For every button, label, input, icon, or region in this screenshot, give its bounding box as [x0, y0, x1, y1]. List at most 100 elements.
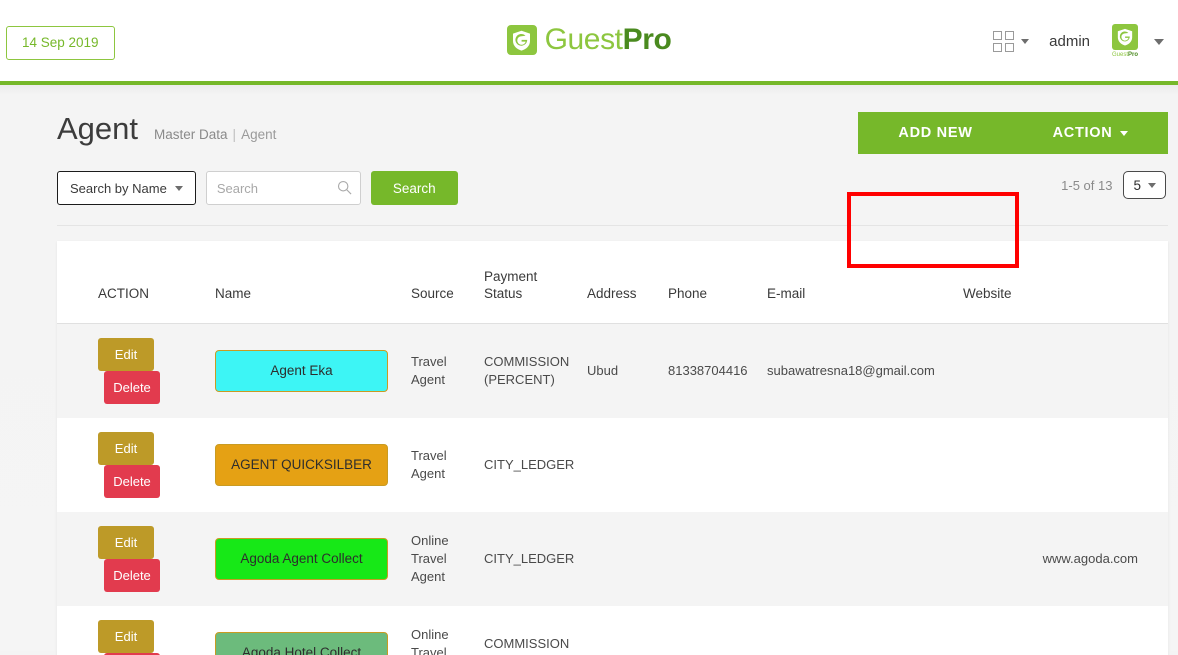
agent-table: ACTION Name Source Payment Status Addres… — [57, 241, 1168, 655]
edit-button[interactable]: Edit — [98, 525, 154, 559]
apps-grid-button[interactable] — [993, 31, 1030, 52]
cell-name: Agent Eka — [209, 323, 405, 418]
cell-payment-status: CITY_LEDGER — [484, 550, 575, 566]
cell-action: EditDelete — [57, 512, 209, 606]
avatar-shield-icon — [1112, 24, 1138, 50]
user-menu-button[interactable]: GuestPro — [1110, 24, 1164, 59]
chevron-down-icon — [1154, 38, 1164, 45]
cell-website — [957, 606, 1168, 655]
cell-phone — [662, 606, 761, 655]
add-new-button[interactable]: ADD NEW — [858, 112, 1013, 154]
username-label: admin — [1049, 33, 1090, 50]
table-row: EditDelete AGENT QUICKSILBER Travel Agent C… — [57, 418, 1168, 512]
brand-name-second: Pro — [622, 23, 672, 56]
delete-button[interactable]: Delete — [104, 558, 160, 592]
chevron-down-icon — [1021, 39, 1030, 44]
pagination-range: 1-5 of 13 — [1061, 177, 1113, 193]
page-header: Agent Master Data | Agent — [57, 113, 276, 144]
chevron-down-icon — [1120, 130, 1129, 136]
cell-source: Travel Agent — [411, 448, 447, 481]
search-field-select[interactable]: Search by Name — [57, 171, 196, 205]
page-size-value: 5 — [1133, 177, 1141, 193]
column-header-phone: Phone — [662, 241, 761, 324]
cell-address — [581, 418, 662, 512]
column-header-name: Name — [209, 241, 405, 324]
table-row: EditDelete Agent Eka Travel Agent COMMISSIO… — [57, 323, 1168, 418]
agent-name-chip[interactable]: Agent Eka — [215, 349, 388, 392]
column-header-address: Address — [581, 241, 662, 324]
pagination-controls: 1-5 of 13 5 — [1061, 171, 1166, 199]
cell-website: www.agoda.com — [1042, 550, 1138, 566]
agent-name-chip[interactable]: Agoda Hotel Collect — [215, 631, 388, 655]
date-picker-button[interactable]: 14 Sep 2019 — [6, 26, 115, 60]
page-size-select[interactable]: 5 — [1123, 171, 1166, 199]
column-header-action: ACTION — [57, 241, 209, 324]
avatar-brand-first: Guest — [1111, 52, 1128, 58]
breadcrumb-root[interactable]: Master Data — [154, 127, 228, 142]
cell-phone — [662, 512, 761, 606]
breadcrumb-current: Agent — [241, 127, 277, 142]
column-header-email: E-mail — [761, 241, 957, 324]
cell-address — [581, 606, 662, 655]
top-bar: 14 Sep 2019 GuestPro admin GuestPro — [0, 0, 1178, 85]
cell-phone: 81338704416 — [668, 362, 748, 378]
cell-action: EditDelete — [57, 323, 209, 418]
cell-email — [761, 512, 957, 606]
table-row: EditDelete Agoda Agent Collect Online Trav… — [57, 511, 1168, 606]
avatar: GuestPro — [1110, 24, 1140, 59]
cell-name: Agoda Agent Collect — [209, 512, 405, 606]
column-header-source: Source — [405, 241, 478, 324]
cell-address — [581, 512, 662, 606]
cell-email — [761, 418, 957, 512]
table-body: EditDelete Agent Eka Travel Agent COMMISSIO… — [57, 323, 1168, 655]
chevron-down-icon — [174, 185, 183, 191]
cell-payment-status: CITY_LEDGER — [484, 456, 575, 472]
cell-source: Online Travel Agent — [411, 627, 449, 655]
guestpro-shield-icon — [506, 25, 537, 55]
table-row: EditDeleteAgoda Hotel Collect Online Trav… — [57, 606, 1168, 655]
avatar-brand-second: Pro — [1128, 52, 1139, 58]
delete-button[interactable]: Delete — [104, 464, 160, 498]
table-header-row: ACTION Name Source Payment Status Addres… — [57, 241, 1168, 324]
page-body: Agent Master Data | Agent ADD NEW ACTION S… — [0, 85, 1178, 655]
column-header-payment-status: Payment Status — [478, 241, 581, 324]
cell-name: Agoda Hotel Collect — [209, 606, 405, 655]
cell-email: subawatresna18@gmail.com — [767, 362, 935, 378]
top-right-controls: admin GuestPro — [993, 24, 1164, 59]
cell-source: Travel Agent — [411, 354, 447, 387]
brand-name-first: Guest — [544, 23, 623, 56]
toolbar-divider — [57, 225, 1168, 226]
edit-button[interactable]: Edit — [98, 431, 154, 465]
cell-action: EditDelete — [57, 418, 209, 512]
cell-website — [957, 323, 1168, 418]
chevron-down-icon — [1148, 182, 1156, 188]
cell-email — [761, 606, 957, 655]
page-action-buttons: ADD NEW ACTION — [858, 112, 1168, 154]
search-field-select-label: Search by Name — [70, 180, 167, 196]
cell-name: AGENT QUICKSILBER — [209, 418, 405, 512]
search-input-wrapper — [205, 171, 361, 205]
agent-name-chip[interactable]: AGENT QUICKSILBER — [215, 443, 388, 486]
delete-button[interactable]: Delete — [104, 370, 160, 404]
breadcrumb-separator: | — [232, 127, 237, 142]
grid-apps-icon — [993, 31, 1015, 52]
search-toolbar: Search by Name Search — [57, 171, 458, 205]
search-input[interactable] — [205, 171, 361, 205]
agent-name-chip[interactable]: Agoda Agent Collect — [215, 537, 388, 580]
cell-source: Online Travel Agent — [411, 533, 449, 584]
edit-button[interactable]: Edit — [98, 337, 154, 371]
page-title: Agent — [57, 111, 139, 146]
edit-button[interactable]: Edit — [98, 619, 154, 653]
breadcrumb: Master Data | Agent — [154, 127, 276, 142]
search-button[interactable]: Search — [370, 171, 458, 205]
cell-phone — [662, 418, 761, 512]
action-dropdown-button[interactable]: ACTION — [1013, 112, 1168, 154]
action-dropdown-label: ACTION — [1052, 125, 1113, 141]
cell-action: EditDelete — [57, 606, 209, 655]
table-header: ACTION Name Source Payment Status Addres… — [57, 241, 1168, 324]
cell-payment-status: COMMISSION (PERCENT) — [484, 636, 570, 655]
cell-website — [957, 418, 1168, 512]
cell-address: Ubud — [587, 362, 619, 378]
column-header-website: Website — [957, 241, 1168, 324]
cell-payment-status: COMMISSION (PERCENT) — [484, 354, 570, 387]
